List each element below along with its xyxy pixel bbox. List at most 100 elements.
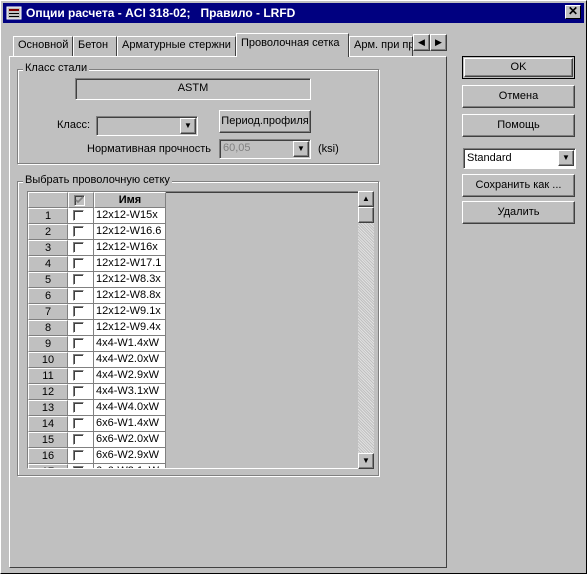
row-select-cell[interactable] [68,256,94,272]
mesh-name-cell[interactable]: 4x4-W2.0xW [94,352,166,368]
tab-rebar[interactable]: Арматурные стержни [117,36,236,56]
mesh-name-cell[interactable]: 6x6-W1.4xW [94,416,166,432]
mesh-name-cell[interactable]: 12x12-W16x [94,240,166,256]
row-checkbox[interactable] [73,354,84,365]
row-number: 11 [28,368,68,384]
mesh-name-cell[interactable]: 6x6-W3.1xW [94,464,166,468]
title-bar[interactable]: Опции расчета - ACI 318-02; Правило - LR… [3,3,584,23]
chevron-down-icon[interactable]: ▼ [558,150,574,166]
row-checkbox[interactable] [73,450,84,461]
close-button[interactable]: ✕ [565,5,581,19]
preset-value: Standard [467,152,512,164]
mesh-name-cell[interactable]: 6x6-W2.9xW [94,448,166,464]
row-number: 3 [28,240,68,256]
row-select-cell[interactable] [68,208,94,224]
row-checkbox[interactable] [73,242,84,253]
row-checkbox[interactable] [73,418,84,429]
row-checkbox[interactable] [73,306,84,317]
ok-button[interactable]: OK [462,56,575,79]
row-number: 10 [28,352,68,368]
row-select-cell[interactable] [68,432,94,448]
row-number: 1 [28,208,68,224]
row-checkbox[interactable] [73,290,84,301]
class-label: Класс: [57,119,90,131]
mesh-name-cell[interactable]: 6x6-W2.0xW [94,432,166,448]
row-number: 14 [28,416,68,432]
row-number: 5 [28,272,68,288]
row-select-cell[interactable] [68,400,94,416]
mesh-name-cell[interactable]: 12x12-W8.8x [94,288,166,304]
row-select-cell[interactable] [68,288,94,304]
tab-scroll: ◀ ▶ [413,34,447,51]
row-select-cell[interactable] [68,304,94,320]
save-as-button[interactable]: Сохранить как ... [462,174,575,197]
row-select-cell[interactable] [68,368,94,384]
row-select-cell[interactable] [68,448,94,464]
chevron-down-icon[interactable]: ▼ [180,118,196,134]
row-number: 9 [28,336,68,352]
row-select-cell[interactable] [68,464,94,468]
row-number: 16 [28,448,68,464]
mesh-name-cell[interactable]: 12x12-W9.1x [94,304,166,320]
mesh-name-cell[interactable]: 12x12-W16.6 [94,224,166,240]
row-checkbox[interactable] [73,258,84,269]
mesh-name-cell[interactable]: 4x4-W2.9xW [94,368,166,384]
row-select-cell[interactable] [68,240,94,256]
mesh-name-cell[interactable]: 4x4-W4.0xW [94,400,166,416]
mesh-name-cell[interactable]: 4x4-W3.1xW [94,384,166,400]
row-checkbox[interactable] [73,274,84,285]
class-combo[interactable]: ▼ [96,116,198,136]
mesh-name-cell[interactable]: 12x12-W15x [94,208,166,224]
tab-general[interactable]: Основной [13,36,73,56]
name-column-header[interactable]: Имя [94,192,166,208]
row-select-cell[interactable] [68,336,94,352]
row-number: 4 [28,256,68,272]
grid-corner-header [28,192,68,208]
scroll-down-icon[interactable]: ▼ [358,453,374,469]
mesh-name-cell[interactable]: 4x4-W1.4xW [94,336,166,352]
scroll-thumb[interactable] [358,207,374,223]
row-checkbox[interactable] [73,466,84,468]
mesh-name-cell[interactable]: 12x12-W17.1 [94,256,166,272]
tab-scroll-right-icon[interactable]: ▶ [430,34,447,51]
app-icon [6,6,22,20]
select-all-checkbox[interactable] [74,195,85,206]
tab-reinforcement-extra[interactable]: Арм. при пр [349,36,413,56]
row-select-cell[interactable] [68,272,94,288]
mesh-name-cell[interactable]: 12x12-W8.3x [94,272,166,288]
tab-concrete[interactable]: Бетон [73,36,117,56]
row-checkbox[interactable] [73,226,84,237]
mesh-scrollbar[interactable]: ▲ ▼ [358,191,374,469]
steel-class-label: Класс стали [23,62,90,74]
row-checkbox[interactable] [73,386,84,397]
help-button[interactable]: Помощь [462,114,575,137]
row-number: 8 [28,320,68,336]
row-number: 6 [28,288,68,304]
row-select-cell[interactable] [68,224,94,240]
row-select-cell[interactable] [68,320,94,336]
row-select-cell[interactable] [68,384,94,400]
row-checkbox[interactable] [73,210,84,221]
row-checkbox[interactable] [73,370,84,381]
scroll-up-icon[interactable]: ▲ [358,191,374,207]
row-checkbox[interactable] [73,322,84,333]
tab-wire-mesh[interactable]: Проволочная сетка [236,33,349,57]
preset-combo[interactable]: Standard ▼ [463,148,576,169]
profile-button[interactable]: Период.профиля [219,110,311,133]
row-checkbox[interactable] [73,338,84,349]
mesh-name-cell[interactable]: 12x12-W9.4x [94,320,166,336]
cancel-button[interactable]: Отмена [462,85,575,108]
tab-scroll-left-icon[interactable]: ◀ [413,34,430,51]
row-checkbox[interactable] [73,434,84,445]
strength-combo[interactable]: 60,05 ▼ [219,139,311,159]
row-select-cell[interactable] [68,352,94,368]
row-number: 17 [28,464,68,468]
chevron-down-icon[interactable]: ▼ [293,141,309,157]
delete-button[interactable]: Удалить [462,201,575,224]
row-checkbox[interactable] [73,402,84,413]
mesh-grid: Имя 1 12x12-W15x 2 12x12-W16.6 3 12x12-W16x 4 12… [27,191,365,469]
select-all-header[interactable] [68,192,94,208]
strength-unit: (ksi) [318,143,339,155]
row-number: 15 [28,432,68,448]
row-select-cell[interactable] [68,416,94,432]
